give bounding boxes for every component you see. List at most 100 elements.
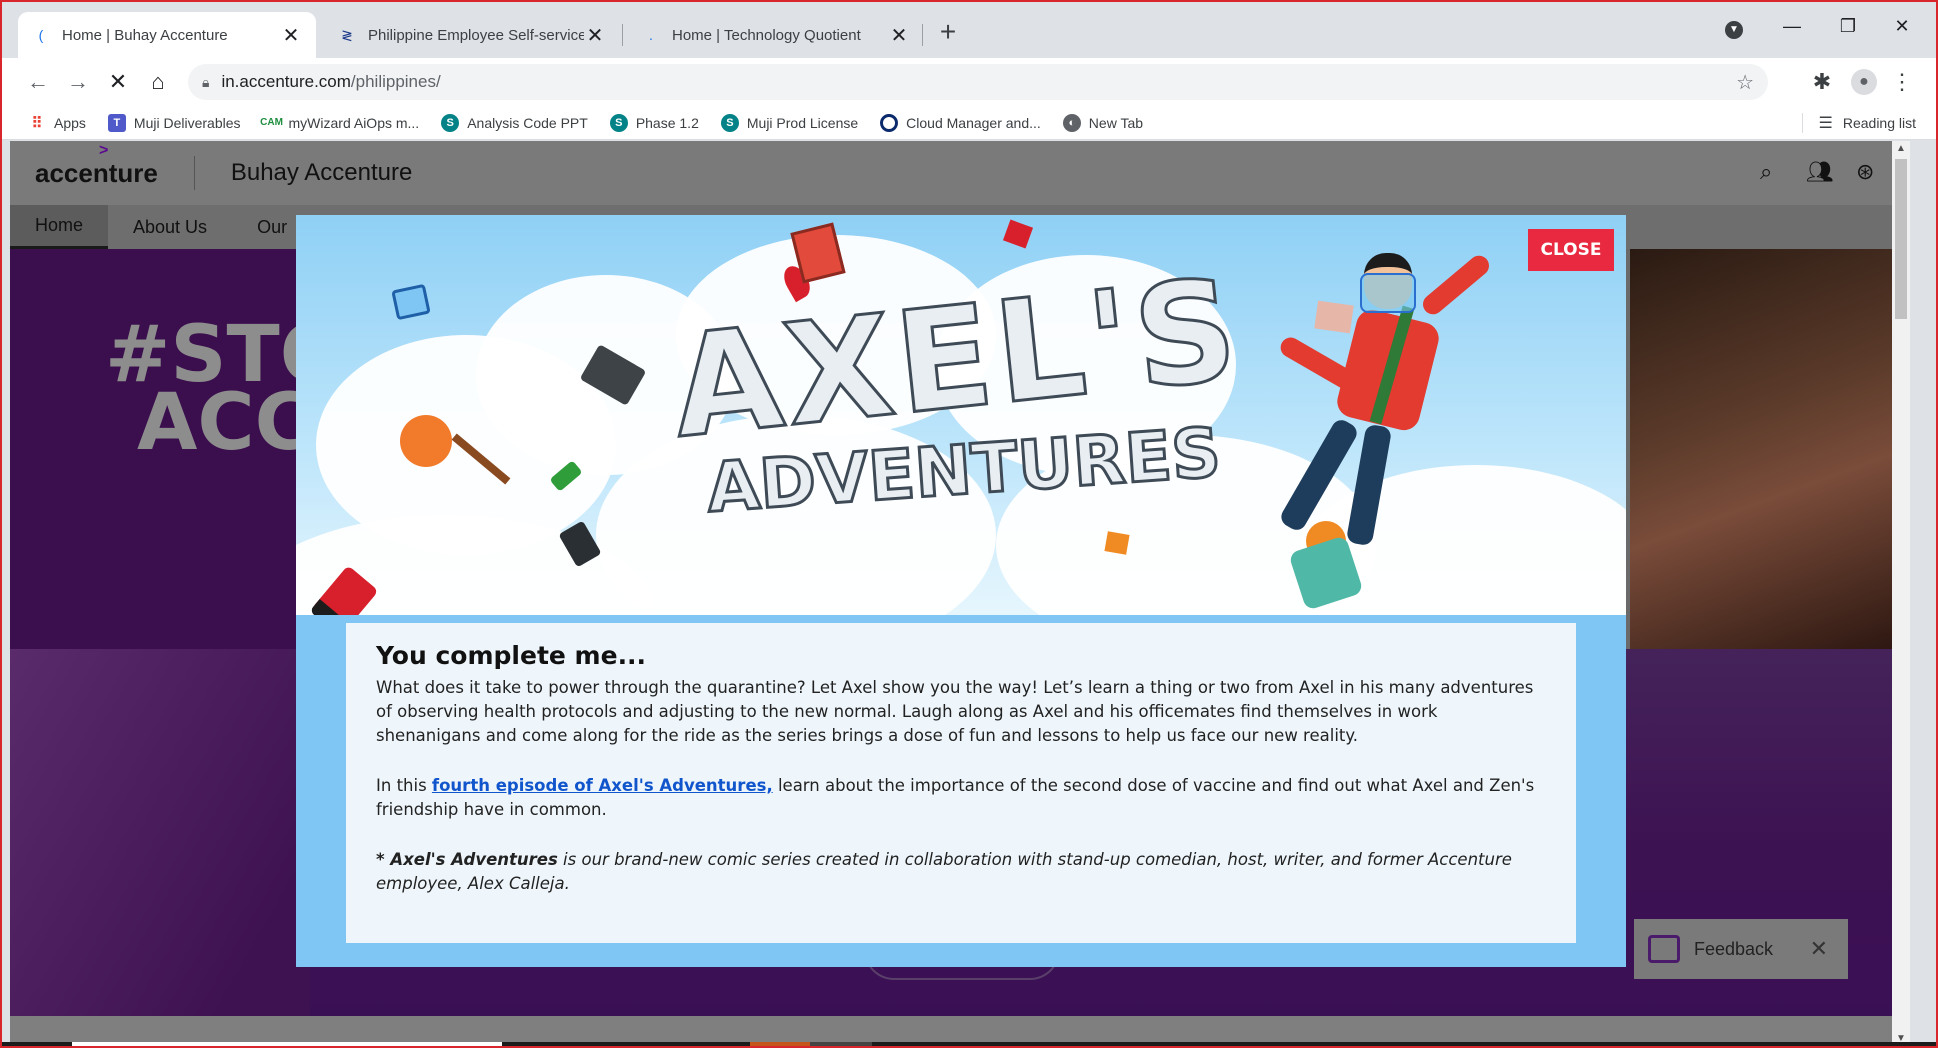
bookmark-apps[interactable]: ⠿ Apps <box>28 114 86 132</box>
bookmark-phase[interactable]: S Phase 1.2 <box>609 113 699 132</box>
reading-list-label: Reading list <box>1842 115 1916 131</box>
globe-icon: ◐ <box>1062 113 1081 132</box>
episode-link[interactable]: fourth episode of Axel's Adventures, <box>432 776 773 795</box>
address-bar[interactable]: 🔒︎ in.accenture.com/philippines/ ☆ <box>188 64 1768 100</box>
sharepoint-icon: S <box>720 113 739 132</box>
scroll-thumb[interactable] <box>1895 159 1907 319</box>
axel-leg <box>1277 416 1361 534</box>
close-tab-icon[interactable]: ✕ <box>280 23 302 48</box>
tab-buhay-accenture[interactable]: ( Home | Buhay Accenture ✕ <box>18 12 316 58</box>
sharepoint-icon: S <box>609 113 628 132</box>
close-button[interactable]: CLOSE <box>1528 229 1614 271</box>
bookmark-label: Analysis Code PPT <box>467 114 588 131</box>
tab-title: Home | Buhay Accenture <box>62 26 228 44</box>
axels-adventures-modal: AXEL'S ADVENTURES CLOSE You complete me.… <box>296 215 1626 967</box>
taskbar-search-box[interactable] <box>72 1042 502 1046</box>
cam-icon: CAM <box>260 117 283 128</box>
series-note-title: * Axel's Adventures <box>376 850 558 869</box>
modal-banner: AXEL'S ADVENTURES CLOSE <box>296 215 1626 615</box>
header-divider <box>193 156 195 190</box>
back-icon[interactable]: ← <box>22 66 54 98</box>
url-text: in.accenture.com/philippines/ <box>221 72 440 92</box>
url-host: in.accenture.com <box>221 72 351 91</box>
bookmark-label: Apps <box>54 114 86 131</box>
restore-icon[interactable]: ❐ <box>1828 16 1868 37</box>
stop-loading-icon[interactable]: ✕ <box>102 66 134 98</box>
divider <box>1801 113 1803 133</box>
episode-paragraph: In this fourth episode of Axel's Adventu… <box>376 774 1546 822</box>
reading-list-button[interactable]: ☰ Reading list <box>1801 106 1916 140</box>
site-name[interactable]: Buhay Accenture <box>231 159 412 187</box>
episode-prefix: In this <box>376 776 432 795</box>
scroll-up-icon[interactable]: ▲ <box>1896 143 1906 154</box>
taskbar-app[interactable] <box>750 1042 810 1046</box>
close-tab-icon[interactable]: ✕ <box>888 23 910 48</box>
accenture-logo[interactable]: > accenture <box>35 142 158 189</box>
reading-list-icon: ☰ <box>1818 115 1833 132</box>
tab-employee-self-service[interactable]: ≷ Philippine Employee Self-service ✕ <box>324 12 620 58</box>
guitar-icon <box>400 415 452 467</box>
series-note: * Axel's Adventures is our brand-new com… <box>376 848 1546 896</box>
nav-about-us[interactable]: About Us <box>108 205 232 249</box>
logo-accent-icon: > <box>99 141 109 159</box>
close-tab-icon[interactable]: ✕ <box>584 23 606 48</box>
close-feedback-icon[interactable]: ✕ <box>1810 936 1828 962</box>
profile-avatar[interactable]: ● <box>1848 66 1880 98</box>
phone-icon <box>1002 219 1034 249</box>
search-icon[interactable]: ⌕ <box>1760 159 1772 185</box>
loading-spinner-icon: ( <box>38 27 44 43</box>
new-tab-button[interactable]: + <box>930 16 966 48</box>
feedback-icon <box>1648 935 1680 963</box>
bookmark-star-icon[interactable]: ☆ <box>1736 70 1754 95</box>
bookmark-label: Muji Deliverables <box>133 114 241 131</box>
bookmark-muji-license[interactable]: S Muji Prod License <box>720 113 859 132</box>
tab-separator <box>922 24 923 46</box>
page-scrollbar[interactable]: ▲ ▼ <box>1892 141 1910 1046</box>
accessibility-icon[interactable]: ⊛ <box>1856 159 1874 185</box>
close-window-icon[interactable]: ✕ <box>1882 16 1922 37</box>
taskbar <box>2 1042 1936 1046</box>
bookmarks-bar: ⠿ Apps T Muji Deliverables CAM myWizard AiO… <box>2 106 1936 140</box>
modal-content-card: You complete me... What does it take to … <box>346 623 1576 943</box>
bookmark-new-tab[interactable]: ◐ New Tab <box>1062 113 1143 132</box>
axel-arm <box>1418 251 1494 319</box>
tab-technology-quotient[interactable]: . Home | Technology Quotient ✕ <box>628 12 924 58</box>
tab-strip: ( Home | Buhay Accenture ✕ ≷ Philippine … <box>2 2 1936 58</box>
bookmark-analysis-code[interactable]: S Analysis Code PPT <box>441 113 588 132</box>
home-icon[interactable]: ⌂ <box>142 66 174 98</box>
bookmark-muji-deliverables[interactable]: T Muji Deliverables <box>107 113 241 132</box>
tab-search-icon[interactable]: ▼ <box>1714 16 1754 39</box>
bookmark-label: Muji Prod License <box>746 114 859 131</box>
banner-title: AXEL'S ADVENTURES <box>664 247 1250 537</box>
box-icon <box>1104 531 1130 555</box>
axel-character <box>1236 245 1516 605</box>
bookmark-cloud-manager[interactable]: Cloud Manager and... <box>880 113 1041 132</box>
face-shield <box>1360 273 1416 313</box>
logo-text: accenture <box>35 157 158 188</box>
hero-photo <box>1630 249 1910 649</box>
bookmark-label: Phase 1.2 <box>635 114 699 131</box>
extensions-icon[interactable]: ✱ <box>1806 66 1838 98</box>
feedback-widget[interactable]: Feedback ✕ <box>1634 919 1848 979</box>
minimize-icon[interactable]: — <box>1772 16 1812 37</box>
sap-icon: ≷ <box>341 26 353 43</box>
tab-title: Philippine Employee Self-service <box>368 26 584 44</box>
taskbar-app[interactable] <box>810 1042 872 1046</box>
tab-separator <box>622 24 623 46</box>
bookmark-mywizard[interactable]: CAM myWizard AiOps m... <box>260 114 420 132</box>
cup-icon <box>391 283 431 321</box>
forward-icon[interactable]: → <box>62 66 94 98</box>
people-icon[interactable]: 👥︎ <box>1806 159 1834 185</box>
menu-kebab-icon[interactable]: ⋮ <box>1886 66 1918 98</box>
nav-home[interactable]: Home <box>10 205 109 249</box>
site-header: > accenture Buhay Accenture ⌕ 👥︎ ⊛ <box>10 141 1910 205</box>
loading-dot-icon: . <box>649 27 653 43</box>
bookmark-label: myWizard AiOps m... <box>288 114 420 131</box>
lock-icon: 🔒︎ <box>202 73 210 90</box>
bookmark-label: Cloud Manager and... <box>906 114 1041 131</box>
browser-window: ( Home | Buhay Accenture ✕ ≷ Philippine … <box>0 0 1938 1048</box>
intro-paragraph: What does it take to power through the q… <box>376 678 1534 745</box>
sharepoint-icon: S <box>441 113 460 132</box>
apps-grid-icon: ⠿ <box>31 114 43 132</box>
feedback-label: Feedback <box>1694 938 1774 959</box>
